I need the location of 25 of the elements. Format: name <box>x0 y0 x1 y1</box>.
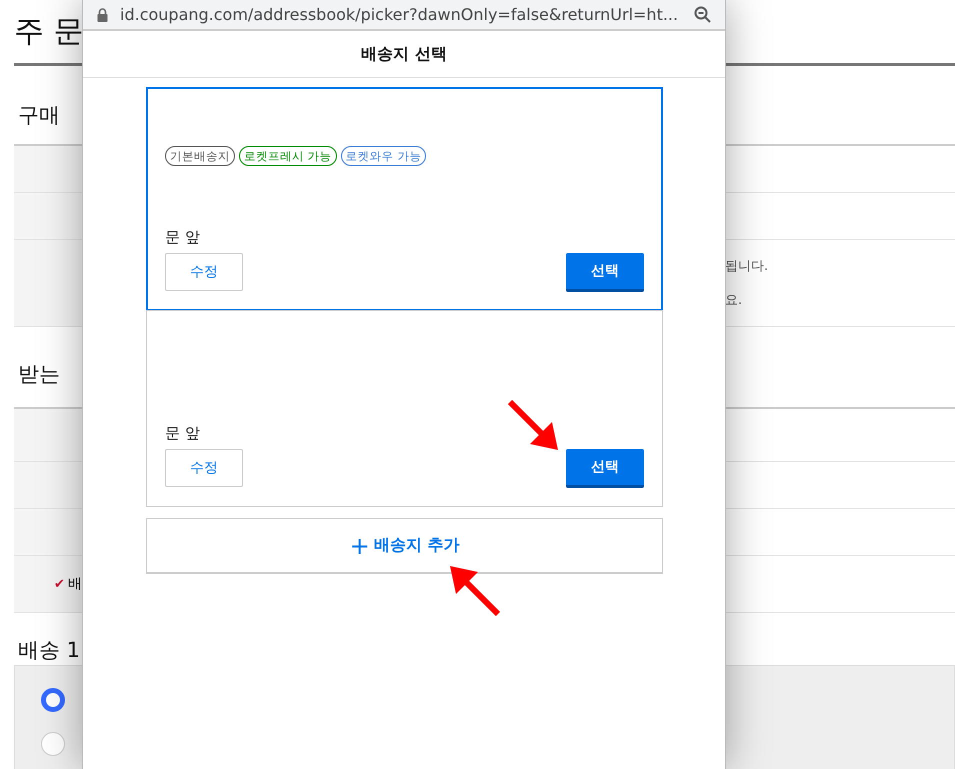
info-text: 요. <box>725 292 744 309</box>
radio-button[interactable] <box>41 732 65 756</box>
tag: 기본배송지 <box>165 146 235 166</box>
plus-icon: + <box>350 534 370 558</box>
select-button[interactable]: 선택 <box>566 449 644 488</box>
radio-button[interactable] <box>41 688 65 712</box>
lock-icon <box>97 8 108 22</box>
popup-title: 배송지 선택 <box>83 31 725 78</box>
url-text: id.coupang.com/addressbook/picker?dawnOnly=false&returnUrl=ht... <box>120 5 680 24</box>
zoom-out-icon[interactable] <box>694 6 711 23</box>
edit-button[interactable]: 수정 <box>165 449 243 487</box>
delivery-note: 문 앞 <box>165 423 201 443</box>
tag: 로켓와우 가능 <box>340 146 426 166</box>
address-card[interactable]: 기본배송지 로켓프레시 가능 로켓와우 가능 문 앞 수정 선택 <box>146 87 663 311</box>
section-heading: 배송 1 <box>17 637 80 664</box>
tag: 로켓프레시 가능 <box>239 146 337 166</box>
info-text: 됩니다. <box>725 258 770 275</box>
check-icon: ✔ <box>54 576 65 592</box>
label-text: 배 <box>68 575 82 593</box>
section-heading: 구매 <box>17 102 60 129</box>
address-card[interactable]: 문 앞 수정 선택 <box>146 310 663 507</box>
select-button[interactable]: 선택 <box>566 253 644 292</box>
delivery-note: 문 앞 <box>165 227 201 247</box>
edit-button[interactable]: 수정 <box>165 253 243 291</box>
section-heading: 받는 <box>17 361 60 388</box>
